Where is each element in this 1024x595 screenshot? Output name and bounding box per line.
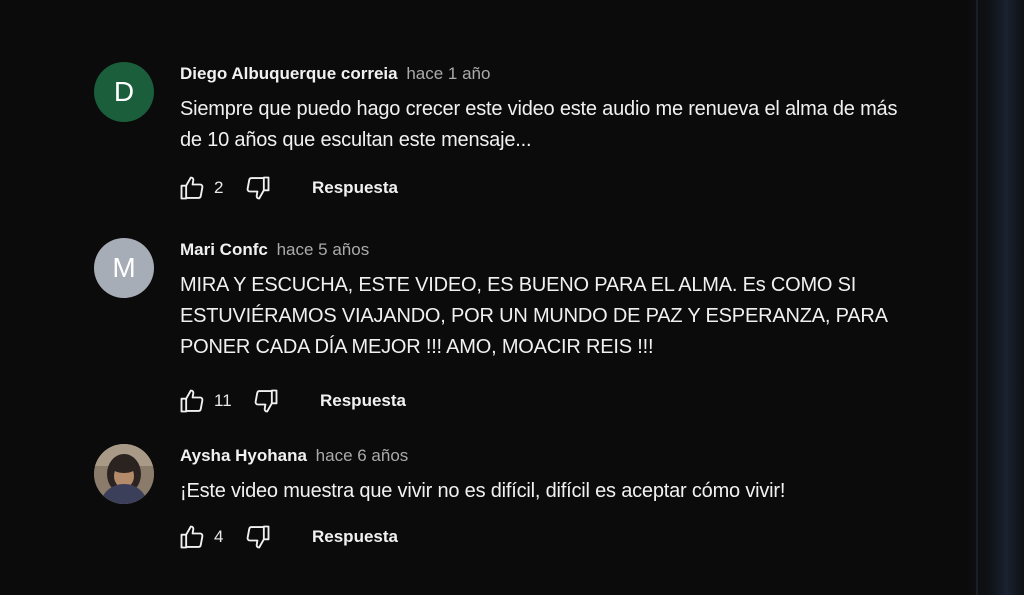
avatar[interactable]: M <box>94 238 154 298</box>
comment-body: Aysha Hyohana hace 6 años ¡Este video mu… <box>180 444 940 553</box>
dislike-icon[interactable] <box>242 521 274 553</box>
reply-button[interactable]: Respuesta <box>312 178 398 198</box>
side-panel-edge <box>966 0 1024 595</box>
comment-text: MIRA Y ESCUCHA, ESTE VIDEO, ES BUENO PAR… <box>180 274 887 358</box>
reply-button[interactable]: Respuesta <box>320 391 406 411</box>
avatar-photo <box>94 444 154 504</box>
avatar-letter: D <box>113 76 135 107</box>
comment-actions: 2 Respuesta <box>176 172 940 204</box>
like-icon[interactable] <box>176 521 208 553</box>
dislike-icon[interactable] <box>242 172 274 204</box>
avatar[interactable] <box>94 444 154 504</box>
comment-actions: 4 Respuesta <box>176 521 940 553</box>
comment-body: Mari Confc hace 5 años MIRA Y ESCUCHA, E… <box>180 238 940 417</box>
comment-time[interactable]: hace 1 año <box>406 64 490 83</box>
like-icon[interactable] <box>176 172 208 204</box>
comment-header: Diego Albuquerque correia hace 1 año <box>180 62 940 86</box>
like-count: 11 <box>214 391 232 410</box>
comment-time[interactable]: hace 6 años <box>316 446 409 465</box>
comment-author[interactable]: Mari Confc <box>180 240 268 259</box>
comment-actions: 11 Respuesta <box>176 385 940 417</box>
comment-author[interactable]: Aysha Hyohana <box>180 446 307 465</box>
comment-header: Aysha Hyohana hace 6 años <box>180 444 940 468</box>
like-count: 4 <box>214 527 224 546</box>
comment-author[interactable]: Diego Albuquerque correia <box>180 64 398 83</box>
comments-page: D Diego Albuquerque correia hace 1 año S… <box>0 0 1024 595</box>
comment-header: Mari Confc hace 5 años <box>180 238 940 262</box>
comment-body: Diego Albuquerque correia hace 1 año Sie… <box>180 62 940 204</box>
comment-time[interactable]: hace 5 años <box>277 240 370 259</box>
dislike-icon[interactable] <box>250 385 282 417</box>
reply-button[interactable]: Respuesta <box>312 527 398 547</box>
like-icon[interactable] <box>176 385 208 417</box>
like-count: 2 <box>214 178 224 197</box>
comment-text: ¡Este video muestra que vivir no es difí… <box>180 480 786 502</box>
avatar-letter: M <box>112 252 136 283</box>
comment-text: Siempre que puedo hago crecer este video… <box>180 98 898 151</box>
avatar[interactable]: D <box>94 62 154 122</box>
